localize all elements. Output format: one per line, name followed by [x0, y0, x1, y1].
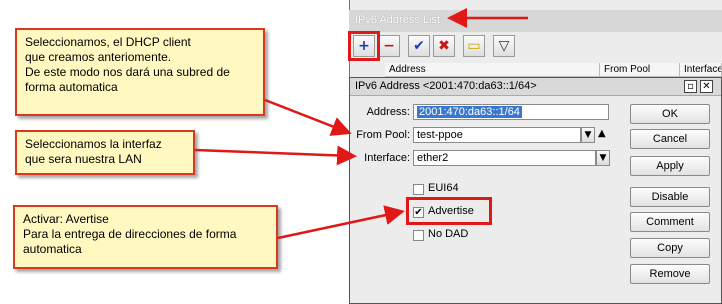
arrow-to-interface	[194, 145, 357, 166]
arrow-to-advertise	[277, 205, 405, 240]
arrow-to-from-pool	[264, 98, 352, 136]
annotation-arrows	[194, 8, 528, 240]
